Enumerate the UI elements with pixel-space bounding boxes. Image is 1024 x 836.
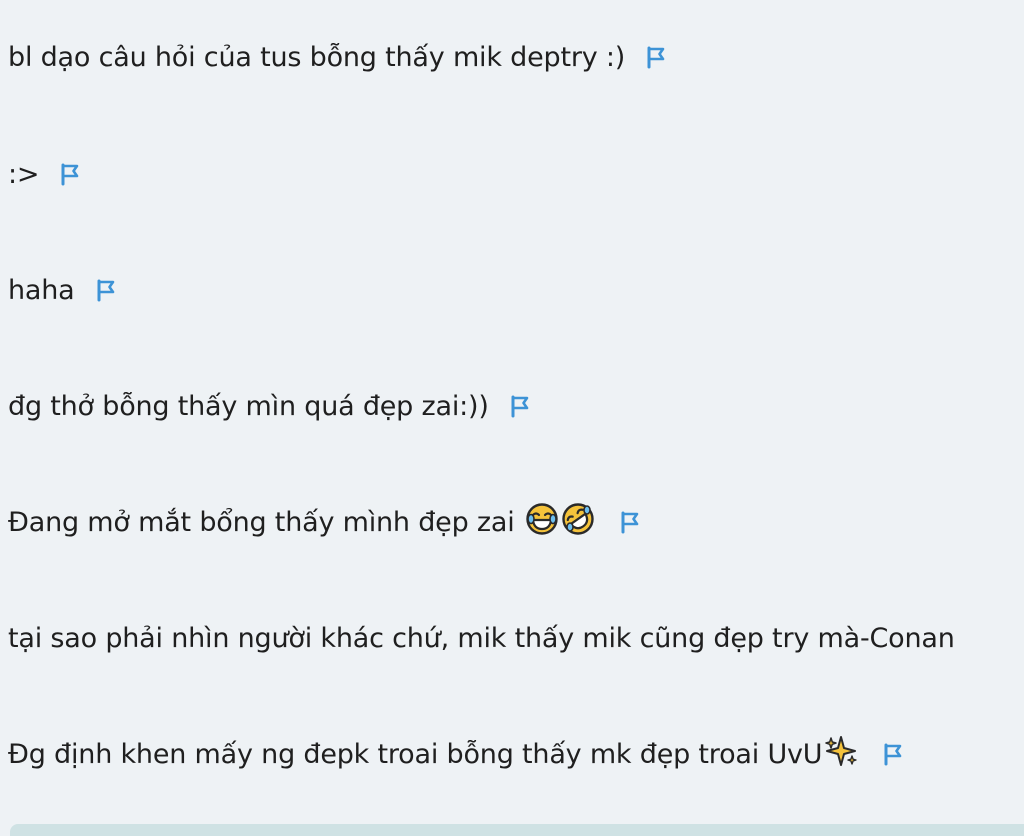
flag-icon[interactable] (57, 160, 83, 188)
comment-text: haha (8, 274, 75, 306)
input-box-edge (10, 824, 1024, 836)
flag-icon[interactable] (507, 392, 533, 420)
comment-item: haha (8, 270, 119, 310)
comment-item: đg thở bỗng thấy mìn quá đẹp zai:)) (8, 386, 533, 426)
comment-item: bl dạo câu hỏi của tus bỗng thấy mik dep… (8, 37, 669, 77)
comment-item: Đang mở mắt bổng thấy mình đẹp zai (8, 502, 643, 542)
comment-item: tại sao phải nhìn người khác chứ, mik th… (8, 618, 955, 658)
comment-text: Đg định khen mấy ng đepk troai bỗng thấy… (8, 738, 823, 770)
rolling-laughing-emoji-icon (561, 502, 595, 543)
flag-icon[interactable] (93, 276, 119, 304)
sparkles-emoji-icon (824, 734, 858, 775)
flag-icon[interactable] (617, 508, 643, 536)
comment-text: :> (8, 158, 40, 190)
flag-icon[interactable] (643, 43, 669, 71)
comment-item: :> (8, 154, 83, 194)
comment-item: Đg định khen mấy ng đepk troai bỗng thấy… (8, 734, 906, 774)
tears-of-joy-emoji-icon (525, 502, 559, 543)
comment-text: đg thở bỗng thấy mìn quá đẹp zai:)) (8, 390, 489, 422)
comment-text: Đang mở mắt bổng thấy mình đẹp zai (8, 506, 515, 538)
flag-icon[interactable] (880, 740, 906, 768)
comment-text: tại sao phải nhìn người khác chứ, mik th… (8, 622, 955, 654)
comment-text: bl dạo câu hỏi của tus bỗng thấy mik dep… (8, 41, 626, 73)
